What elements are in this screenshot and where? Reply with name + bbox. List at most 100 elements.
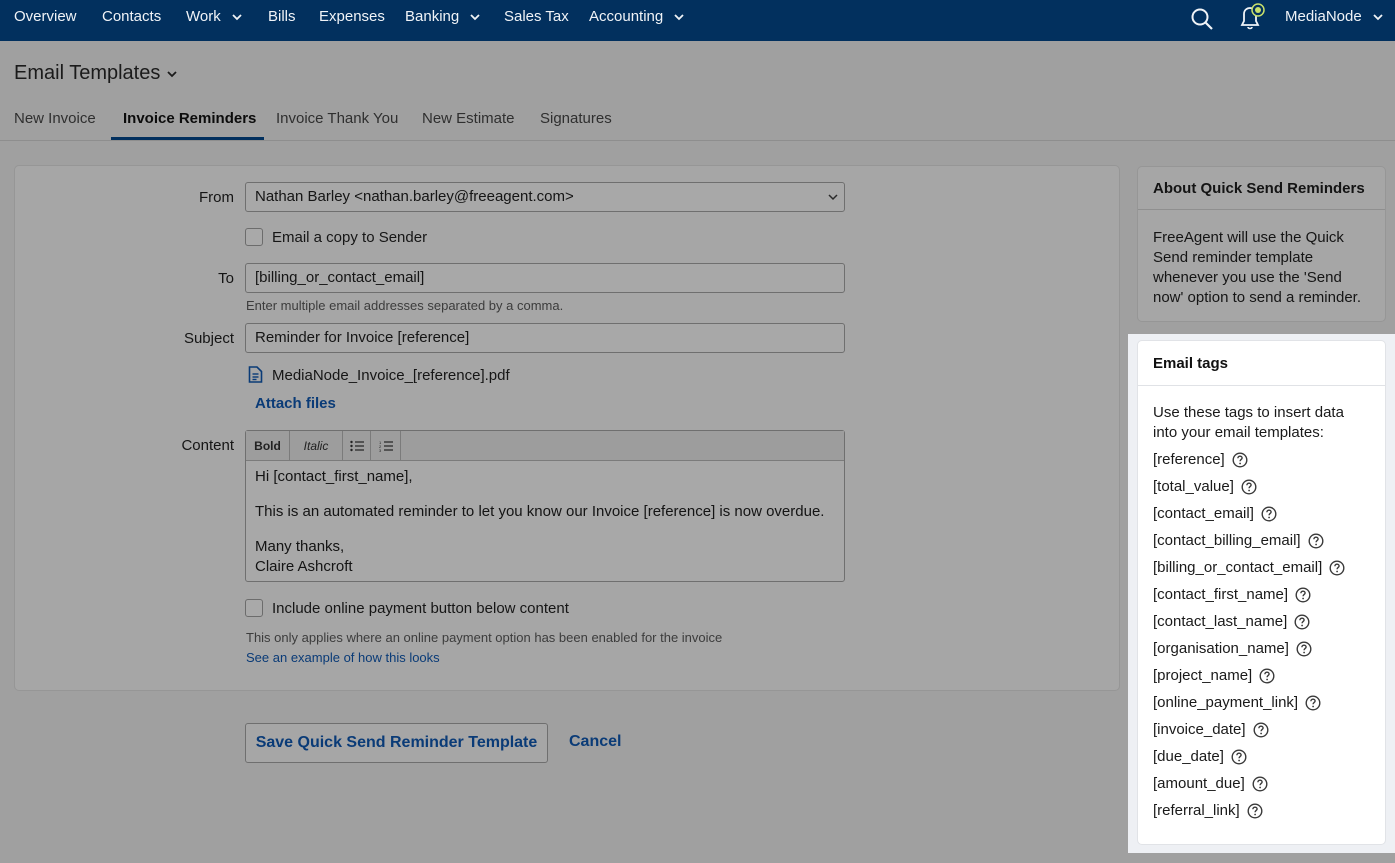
email-tag-label: [project_name] — [1153, 667, 1253, 684]
from-select[interactable]: Nathan Barley <nathan.barley@freeagent.c… — [245, 182, 845, 212]
help-icon[interactable] — [1294, 613, 1310, 630]
email-tag-item: [billing_or_contact_email] — [1153, 559, 1345, 576]
email-tag-label: [contact_billing_email] — [1153, 532, 1301, 549]
user-menu[interactable]: MediaNode — [1285, 8, 1384, 25]
email-tag-item: [amount_due] — [1153, 775, 1268, 792]
email-tag-item: [online_payment_link] — [1153, 694, 1321, 711]
tab-invoice-reminders[interactable]: Invoice Reminders — [123, 110, 256, 127]
nav-contacts[interactable]: Contacts — [102, 8, 161, 25]
email-tag-label: [reference] — [1153, 451, 1225, 468]
payment-example-link[interactable]: See an example of how this looks — [246, 650, 440, 665]
chevron-down-icon — [470, 13, 480, 20]
nav-sales-tax[interactable]: Sales Tax — [504, 8, 569, 25]
user-menu-label: MediaNode — [1285, 8, 1362, 25]
email-tag-label: [invoice_date] — [1153, 721, 1246, 738]
nav-accounting-label: Accounting — [589, 8, 664, 25]
to-input[interactable]: [billing_or_contact_email] — [245, 263, 845, 293]
help-icon[interactable] — [1232, 451, 1248, 468]
help-icon[interactable] — [1253, 721, 1269, 738]
include-payment-button-checkbox[interactable] — [245, 599, 263, 617]
email-tag-item: [contact_first_name] — [1153, 586, 1311, 603]
email-tag-label: [total_value] — [1153, 478, 1234, 495]
document-icon — [248, 366, 263, 383]
email-tag-item: [due_date] — [1153, 748, 1247, 765]
tab-new-invoice[interactable]: New Invoice — [14, 110, 96, 127]
content-editor[interactable]: Bold Italic 1 2 3 Hi [contact_first_name… — [245, 430, 845, 582]
page-title[interactable]: Email Templates — [14, 62, 178, 85]
chevron-down-icon — [1373, 13, 1383, 20]
nav-overview[interactable]: Overview — [14, 8, 77, 25]
email-tag-item: [project_name] — [1153, 667, 1275, 684]
to-hint: Enter multiple email addresses separated… — [246, 298, 564, 313]
help-icon[interactable] — [1241, 478, 1257, 495]
email-tag-label: [organisation_name] — [1153, 640, 1289, 657]
payment-hint: This only applies where an online paymen… — [246, 630, 723, 645]
chevron-down-icon — [674, 13, 684, 20]
tab-invoice-thank-you[interactable]: Invoice Thank You — [276, 110, 398, 127]
bullet-list-button[interactable] — [343, 431, 371, 460]
email-tags-panel: Email tags Use these tags to insert data… — [1137, 340, 1386, 845]
email-copy-sender-label[interactable]: Email a copy to Sender — [272, 229, 427, 246]
help-icon[interactable] — [1259, 667, 1275, 684]
help-icon[interactable] — [1261, 505, 1277, 522]
email-tag-label: [contact_first_name] — [1153, 586, 1289, 603]
editor-body[interactable]: Hi [contact_first_name], This is an auto… — [246, 461, 844, 583]
email-tags-title: Email tags — [1138, 341, 1385, 386]
email-tag-item: [invoice_date] — [1153, 721, 1269, 738]
subject-label: Subject — [183, 330, 234, 347]
email-tag-item: [total_value] — [1153, 478, 1257, 495]
save-template-button[interactable]: Save Quick Send Reminder Template — [245, 723, 548, 763]
attachment-filename[interactable]: MediaNode_Invoice_[reference].pdf — [272, 367, 510, 384]
top-navigation: Overview Contacts Work Bills Expenses Ba… — [0, 0, 1395, 41]
chevron-down-icon — [232, 13, 242, 20]
nav-banking[interactable]: Banking — [405, 8, 481, 25]
help-icon[interactable] — [1231, 748, 1247, 765]
bold-button[interactable]: Bold — [246, 431, 290, 460]
page-title-text: Email Templates — [14, 62, 161, 84]
email-tag-label: [amount_due] — [1153, 775, 1245, 792]
svg-text:3: 3 — [379, 448, 382, 452]
notifications-bell-icon[interactable] — [1237, 1, 1269, 31]
bullet-list-icon — [349, 440, 364, 451]
help-icon[interactable] — [1247, 802, 1263, 819]
help-icon[interactable] — [1308, 532, 1324, 549]
help-icon[interactable] — [1296, 640, 1312, 657]
email-tag-label: [contact_email] — [1153, 505, 1254, 522]
tabs-divider — [0, 140, 1395, 141]
about-quick-send-panel: About Quick Send Reminders FreeAgent wil… — [1137, 166, 1386, 322]
email-tag-item: [referral_link] — [1153, 802, 1263, 819]
email-tag-label: [billing_or_contact_email] — [1153, 559, 1323, 576]
active-tab-indicator — [111, 137, 264, 140]
help-icon[interactable] — [1295, 586, 1311, 603]
numbered-list-icon: 1 2 3 — [379, 440, 393, 452]
numbered-list-button[interactable]: 1 2 3 — [371, 431, 401, 460]
email-tag-item: [organisation_name] — [1153, 640, 1312, 657]
nav-expenses[interactable]: Expenses — [319, 8, 385, 25]
nav-bills[interactable]: Bills — [268, 8, 296, 25]
cancel-button[interactable]: Cancel — [569, 733, 621, 751]
content-greeting: Hi [contact_first_name], — [255, 468, 413, 485]
nav-banking-label: Banking — [405, 8, 460, 25]
search-icon[interactable] — [1190, 7, 1214, 31]
nav-work[interactable]: Work — [186, 8, 243, 25]
include-payment-button-label[interactable]: Include online payment button below cont… — [272, 600, 569, 617]
email-tag-label: [due_date] — [1153, 748, 1224, 765]
email-copy-sender-checkbox[interactable] — [245, 228, 263, 246]
attach-files-link[interactable]: Attach files — [255, 395, 336, 412]
italic-button[interactable]: Italic — [290, 431, 343, 460]
tab-signatures[interactable]: Signatures — [540, 110, 612, 127]
from-select-value: Nathan Barley <nathan.barley@freeagent.c… — [255, 188, 574, 205]
chevron-down-icon — [828, 194, 838, 201]
content-signoff: Many thanks, — [255, 538, 345, 555]
help-icon[interactable] — [1329, 559, 1345, 576]
about-title: About Quick Send Reminders — [1138, 167, 1385, 210]
help-icon[interactable] — [1252, 775, 1268, 792]
nav-accounting[interactable]: Accounting — [589, 8, 685, 25]
subject-input-value: Reminder for Invoice [reference] — [255, 329, 470, 346]
subject-input[interactable]: Reminder for Invoice [reference] — [245, 323, 845, 353]
nav-work-label: Work — [186, 8, 221, 25]
from-label: From — [199, 189, 234, 206]
help-icon[interactable] — [1305, 694, 1321, 711]
tab-new-estimate[interactable]: New Estimate — [422, 110, 515, 127]
content-message: This is an automated reminder to let you… — [255, 503, 825, 520]
